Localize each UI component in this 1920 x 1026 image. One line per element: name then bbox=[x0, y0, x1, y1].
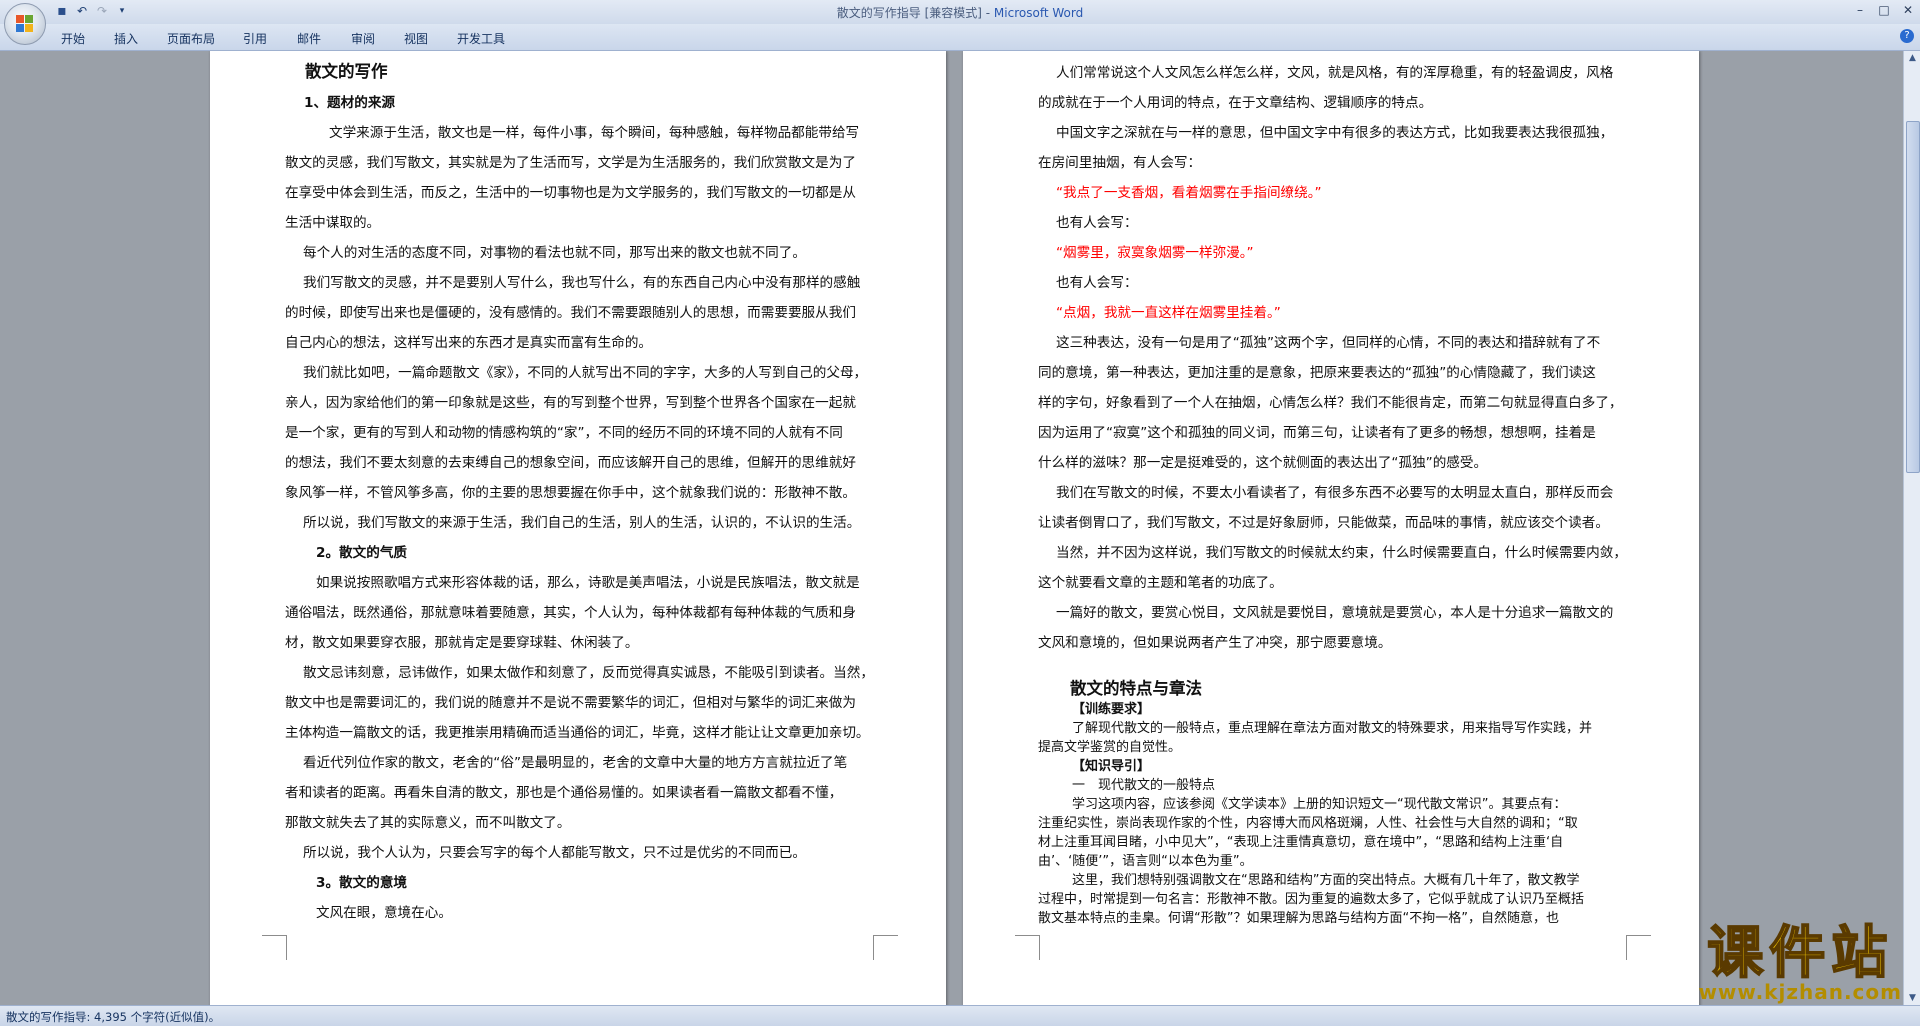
body-line: 学习这项内容，应该参阅《文学读本》上册的知识短文一“现代散文常识”。其要点有： bbox=[1072, 797, 1567, 812]
body-line: 自己内心的想法，这样写出来的东西才是真实而富有生命的。 bbox=[285, 335, 653, 351]
page-2[interactable]: 人们常常说这个人文风怎么样怎么样，文风，就是风格，有的浑厚稳重，有的轻盈调皮，风… bbox=[963, 51, 1699, 1005]
watermark-title: 课件站 bbox=[1706, 921, 1894, 987]
body-line: 这个就要看文章的主题和笔者的功底了。 bbox=[1038, 575, 1283, 591]
body-line: 主体构造一篇散文的话，我更推崇用精确而适当通俗的词汇，毕竟，这样才能让让文章更加… bbox=[285, 725, 870, 741]
document-title: 散文的写作指导 [兼容模式] - bbox=[836, 6, 994, 20]
tab-references[interactable]: 引用 bbox=[243, 30, 267, 47]
body-line: 的时候，即使写出来也是僵硬的，没有感情的。我们不需要跟随别人的思想，而需要要服从… bbox=[285, 305, 856, 321]
tab-developer[interactable]: 开发工具 bbox=[457, 30, 505, 47]
tab-mailings[interactable]: 邮件 bbox=[297, 30, 321, 47]
body-line: 散文忌讳刻意，忌讳做作，如果太做作和刻意了，反而觉得真实诚恳，不能吸引到读者。当… bbox=[303, 665, 874, 681]
body-line: 者和读者的距离。再看朱自清的散文，那也是个通俗易懂的。如果读者看一篇散文都看不懂… bbox=[285, 785, 843, 801]
body-line: 当然，并不因为这样说，我们写散文的时候就太约束，什么时候需要直白，什么时候需要内… bbox=[1056, 545, 1627, 561]
body-line: 什么样的滋味？那一定是挺难受的，这个就侧面的表达出了“孤独”的感受。 bbox=[1038, 455, 1488, 471]
minimize-button[interactable]: – bbox=[1848, 0, 1872, 20]
maximize-button[interactable]: □ bbox=[1872, 0, 1896, 20]
body-line: 如果说按照歌唱方式来形容体裁的话，那么，诗歌是美声唱法，小说是民族唱法，散文就是 bbox=[316, 575, 860, 591]
body-line: 中国文字之深就在与一样的意思，但中国文字中有很多的表达方式，比如我要表达我很孤独… bbox=[1056, 125, 1614, 141]
body-line: 提高文学鉴赏的自觉性。 bbox=[1038, 740, 1182, 755]
body-line: 也有人会写： bbox=[1056, 275, 1138, 291]
body-line: 散文的灵感，我们写散文，其实就是为了生活而写，文学是为生活服务的，我们欣赏散文是… bbox=[285, 155, 856, 171]
section-title: 散文的特点与章法 bbox=[1070, 679, 1202, 698]
section-heading: 2。散文的气质 bbox=[316, 545, 408, 561]
body-line: 材上注重耳闻目睹，小中见大”，“表现上注重情真意切，意在境中”，“思路和结构上注… bbox=[1038, 835, 1564, 850]
crop-mark bbox=[1626, 935, 1651, 960]
quote-line: “点烟，我就一直这样在烟雾里挂着。” bbox=[1056, 305, 1281, 321]
scroll-down-icon[interactable]: ▼ bbox=[1904, 991, 1920, 1005]
body-line: 通俗唱法，既然通俗，那就意味着要随意，其实，个人认为，每种体裁都有每种体裁的气质… bbox=[285, 605, 856, 621]
body-line: 因为运用了“寂寞”这个和孤独的同义词，而第三句，让读者有了更多的畅想，想想啊，挂… bbox=[1038, 425, 1596, 441]
page-1[interactable]: 散文的写作 1、题材的来源 文学来源于生活，散文也是一样，每件小事，每个瞬间，每… bbox=[210, 51, 946, 1005]
section-heading: 3。散文的意境 bbox=[316, 875, 408, 891]
word-count-status[interactable]: 散文的写作指导: 4,395 个字符(近似值)。 bbox=[6, 1009, 220, 1025]
body-line: 让读者倒胃口了，我们写散文，不过是好象厨师，只能做菜，而品味的事情，就应该交个读… bbox=[1038, 515, 1609, 531]
body-line: 由’、‘随便’”，语言则“以本色为重”。 bbox=[1038, 854, 1253, 869]
subheading: 【训练要求】 bbox=[1072, 702, 1151, 717]
body-line: 那散文就失去了其的实际意义，而不叫散文了。 bbox=[285, 815, 571, 831]
body-line: 看近代列位作家的散文，老舍的“俗”是最明显的，老舍的文章中大量的地方方言就拉近了… bbox=[303, 755, 848, 771]
body-line: 所以说，我个人认为，只要会写字的每个人都能写散文，只不过是优劣的不同而已。 bbox=[303, 845, 806, 861]
document-workspace: 散文的写作 1、题材的来源 文学来源于生活，散文也是一样，每件小事，每个瞬间，每… bbox=[0, 51, 1903, 1005]
body-line: 生活中谋取的。 bbox=[285, 215, 381, 231]
page-title: 散文的写作 bbox=[305, 62, 388, 81]
office-logo-icon bbox=[16, 15, 34, 33]
quote-line: “我点了一支香烟，看着烟雾在手指间缭绕。” bbox=[1056, 185, 1322, 201]
office-button[interactable] bbox=[4, 3, 46, 45]
tab-page-layout[interactable]: 页面布局 bbox=[167, 30, 215, 47]
body-line: 文风和意境的，但如果说两者产生了冲突，那宁愿要意境。 bbox=[1038, 635, 1392, 651]
crop-mark bbox=[262, 935, 287, 960]
body-line: 文风在眼，意境在心。 bbox=[316, 905, 452, 921]
tab-insert[interactable]: 插入 bbox=[114, 30, 138, 47]
body-line: 所以说，我们写散文的来源于生活，我们自己的生活，别人的生活，认识的，不认识的生活… bbox=[303, 515, 861, 531]
help-icon[interactable]: ? bbox=[1900, 29, 1914, 43]
body-line: 的想法，我们不要太刻意的去束缚自己的想象空间，而应该解开自己的思维，但解开的思维… bbox=[285, 455, 856, 471]
status-bar: 散文的写作指导: 4,395 个字符(近似值)。 bbox=[0, 1005, 1920, 1026]
quote-line: “烟雾里，寂寞象烟雾一样弥漫。” bbox=[1056, 245, 1254, 261]
body-line: 我们写散文的灵感，并不是要别人写什么，我也写什么，有的东西自己内心中没有那样的感… bbox=[303, 275, 861, 291]
title-bar: ▪ ↶ ↷ ▾ 散文的写作指导 [兼容模式] - Microsoft Word … bbox=[0, 0, 1920, 24]
body-line: 注重纪实性，崇尚表现作家的个性，内容博大而风格斑斓，人性、社会性与大自然的调和；… bbox=[1038, 816, 1578, 831]
body-line: 是一个家，更有的写到人和动物的情感构筑的“家”，不同的经历不同的环境不同的人就有… bbox=[285, 425, 843, 441]
body-line: 在享受中体会到生活，而反之，生活中的一切事物也是为文学服务的，我们写散文的一切都… bbox=[285, 185, 856, 201]
section-heading: 1、题材的来源 bbox=[304, 95, 396, 111]
body-line: 过程中，时常提到一句名言：形散神不散。因为重复的遍数太多了，它似乎就成了认识乃至… bbox=[1038, 892, 1585, 907]
body-line: 象风筝一样，不管风筝多高，你的主要的思想要握在你手中，这个就象我们说的：形散神不… bbox=[285, 485, 856, 501]
body-line: 一 现代散文的一般特点 bbox=[1072, 778, 1216, 793]
body-line: 这三种表达，没有一句是用了“孤独”这两个字，但同样的心情，不同的表达和措辞就有了… bbox=[1056, 335, 1601, 351]
vertical-scrollbar[interactable]: ▲ ▼ bbox=[1903, 51, 1920, 1005]
body-line: 我们就比如吧，一篇命题散文《家》，不同的人就写出不同的字字，大多的人写到自己的父… bbox=[303, 365, 868, 381]
body-line: 这里，我们想特别强调散文在“思路和结构”方面的突出特点。大概有几十年了，散文教学 bbox=[1072, 873, 1580, 888]
body-line: 每个人的对生活的态度不同，对事物的看法也就不同，那写出来的散文也就不同了。 bbox=[303, 245, 806, 261]
body-line: 的成就在于一个人用词的特点，在于文章结构、逻辑顺序的特点。 bbox=[1038, 95, 1433, 111]
subheading: 【知识导引】 bbox=[1072, 759, 1151, 774]
scrollbar-thumb[interactable] bbox=[1906, 121, 1920, 473]
crop-mark bbox=[873, 935, 898, 960]
body-line: 材，散文如果要穿衣服，那就肯定是要穿球鞋、休闲装了。 bbox=[285, 635, 639, 651]
body-line: 我们在写散文的时候，不要太小看读者了，有很多东西不必要写的太明显太直白，那样反而… bbox=[1056, 485, 1614, 501]
body-line: 一篇好的散文，要赏心悦目，文风就是要悦目，意境就是要赏心，本人是十分追求一篇散文… bbox=[1056, 605, 1614, 621]
close-button[interactable]: ✕ bbox=[1896, 0, 1920, 20]
window-controls: – □ ✕ bbox=[1848, 0, 1920, 20]
body-line: 散文中也是需要词汇的，我们说的随意并不是说不需要繁华的词汇，但相对与繁华的词汇来… bbox=[285, 695, 856, 711]
body-line: 亲人，因为家给他们的第一印象就是这些，有的写到整个世界，写到整个世界各个国家在一… bbox=[285, 395, 856, 411]
watermark-logo: 课件站 www.kjzhan.com bbox=[1698, 921, 1902, 1005]
body-line: 同的意境，第一种表达，更加注重的是意象，把原来要表达的“孤独”的心情隐藏了，我们… bbox=[1038, 365, 1596, 381]
tab-home[interactable]: 开始 bbox=[61, 30, 85, 47]
app-name: Microsoft Word bbox=[993, 6, 1084, 20]
body-line: 文学来源于生活，散文也是一样，每件小事，每个瞬间，每种感触，每样物品都能带给写 bbox=[329, 125, 860, 141]
crop-mark bbox=[1015, 935, 1040, 960]
body-line: 在房间里抽烟，有人会写： bbox=[1038, 155, 1202, 171]
scroll-up-icon[interactable]: ▲ bbox=[1904, 51, 1920, 65]
tab-view[interactable]: 视图 bbox=[404, 30, 428, 47]
body-line: 散文基本特点的圭臬。何谓“形散”？如果理解为思路与结构方面“不拘一格”，自然随意… bbox=[1038, 911, 1559, 926]
ribbon-tabs: 开始 插入 页面布局 引用 邮件 审阅 视图 开发工具 ? bbox=[0, 24, 1920, 51]
body-line: 也有人会写： bbox=[1056, 215, 1138, 231]
body-line: 人们常常说这个人文风怎么样怎么样，文风，就是风格，有的浑厚稳重，有的轻盈调皮，风… bbox=[1056, 65, 1614, 81]
body-line: 了解现代散文的一般特点，重点理解在章法方面对散文的特殊要求，用来指导写作实践，并 bbox=[1072, 721, 1593, 736]
body-line: 样的字句，好象看到了一个人在抽烟，心情怎么样？我们不能很肯定，而第二句就显得直白… bbox=[1038, 395, 1623, 411]
window-title: 散文的写作指导 [兼容模式] - Microsoft Word bbox=[0, 4, 1920, 21]
tab-review[interactable]: 审阅 bbox=[351, 30, 375, 47]
watermark-url: www.kjzhan.com bbox=[1698, 980, 1902, 1004]
